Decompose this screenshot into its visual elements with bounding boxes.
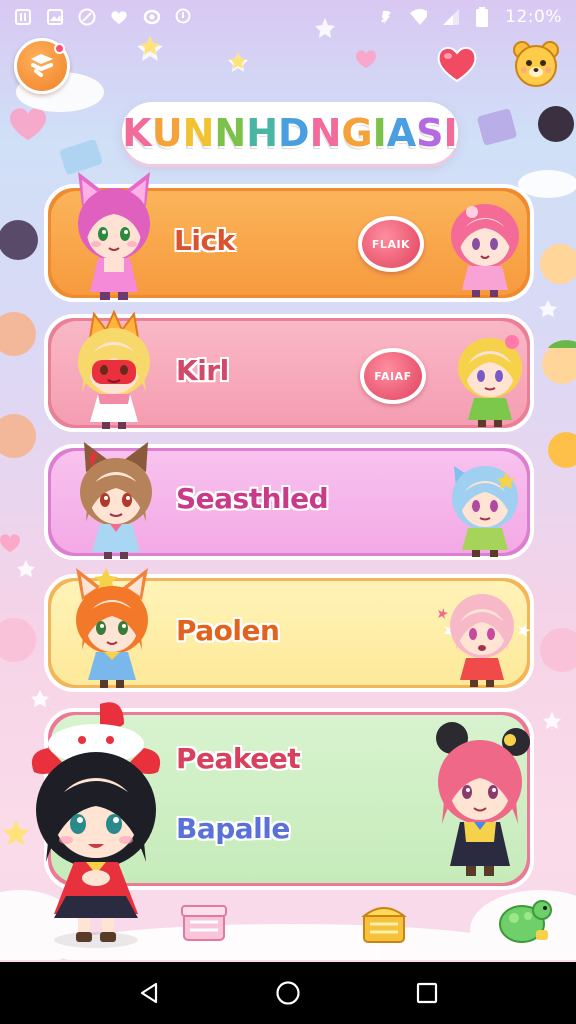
card-label: Paolen <box>176 614 280 647</box>
status-bar-right-icons: 12:0% <box>377 7 562 27</box>
character-avatar <box>66 308 162 430</box>
character-avatar <box>442 458 528 558</box>
favorite-button[interactable] <box>436 44 478 84</box>
menu-icon <box>27 51 57 81</box>
turtle-icon[interactable] <box>496 894 554 948</box>
image-icon <box>46 8 64 26</box>
profile-button[interactable] <box>510 38 562 90</box>
back-button[interactable] <box>129 973 169 1013</box>
top-bar <box>0 34 576 96</box>
character-avatar <box>64 170 164 302</box>
recents-button[interactable] <box>407 973 447 1013</box>
card-label: Seasthled <box>176 482 329 515</box>
list-card[interactable]: Seasthled <box>44 442 534 560</box>
bear-icon <box>513 41 559 87</box>
navigation-bar <box>0 962 576 1024</box>
title-letter: U <box>151 111 183 155</box>
location-icon <box>174 8 192 26</box>
card-label: Peakeet <box>176 742 301 775</box>
character-avatar <box>434 588 531 688</box>
card-action-button[interactable]: FAIAF <box>360 348 426 404</box>
title-letter: H <box>246 111 279 155</box>
status-bar-left-icons <box>14 8 192 26</box>
title-letter: N <box>214 111 247 155</box>
signal-icon <box>441 8 460 26</box>
card-action-label: FAIAF <box>374 369 412 383</box>
status-bar: 12:0% <box>0 0 576 34</box>
character-avatar <box>442 198 528 298</box>
title-letter: N <box>309 111 342 155</box>
recents-square-icon <box>416 982 437 1004</box>
title-letter: I <box>372 111 387 155</box>
back-triangle-icon <box>141 982 158 1004</box>
character-avatar <box>26 700 166 952</box>
heart-icon <box>437 47 477 83</box>
title-letter: G <box>341 111 373 155</box>
title-letter: S <box>416 111 444 155</box>
wifi-icon <box>409 8 428 26</box>
heart-icon <box>110 8 128 26</box>
card-action-button[interactable]: FLAIK <box>358 216 424 272</box>
menu-button[interactable] <box>14 38 70 94</box>
card-label: Lick <box>174 224 235 257</box>
character-avatar <box>448 330 532 428</box>
notification-dot <box>54 43 65 54</box>
title-letter: K <box>122 111 152 155</box>
app-title: KUNNHDNGIASI <box>122 102 458 164</box>
battery-icon <box>473 7 491 27</box>
treasure-box-icon[interactable] <box>360 898 408 946</box>
card-action-label: FLAIK <box>371 237 411 251</box>
list-card[interactable]: Lick FLAIK <box>44 172 534 302</box>
card-sublabel: Bapalle <box>176 812 290 845</box>
character-avatar <box>66 438 166 560</box>
title-letter: N <box>182 111 215 155</box>
title-letter: A <box>386 111 417 155</box>
sync-icon <box>142 8 160 26</box>
character-avatar <box>62 564 162 690</box>
title-letter: I <box>443 111 458 155</box>
notification-icon <box>14 8 32 26</box>
mute-icon <box>377 8 395 26</box>
character-avatar <box>424 718 534 886</box>
title-letter: D <box>278 111 310 155</box>
list-card[interactable]: Paolen <box>44 568 534 692</box>
home-circle-icon <box>276 981 300 1005</box>
status-time: 12:0% <box>505 7 562 27</box>
gift-box-icon[interactable] <box>180 900 228 944</box>
home-button[interactable] <box>268 973 308 1013</box>
no-sim-icon <box>78 8 96 26</box>
card-label: Kirl <box>176 354 229 387</box>
app-title-text: KUNNHDNGIASI <box>122 111 457 155</box>
list-card[interactable]: Kirl FAIAF <box>44 309 534 432</box>
